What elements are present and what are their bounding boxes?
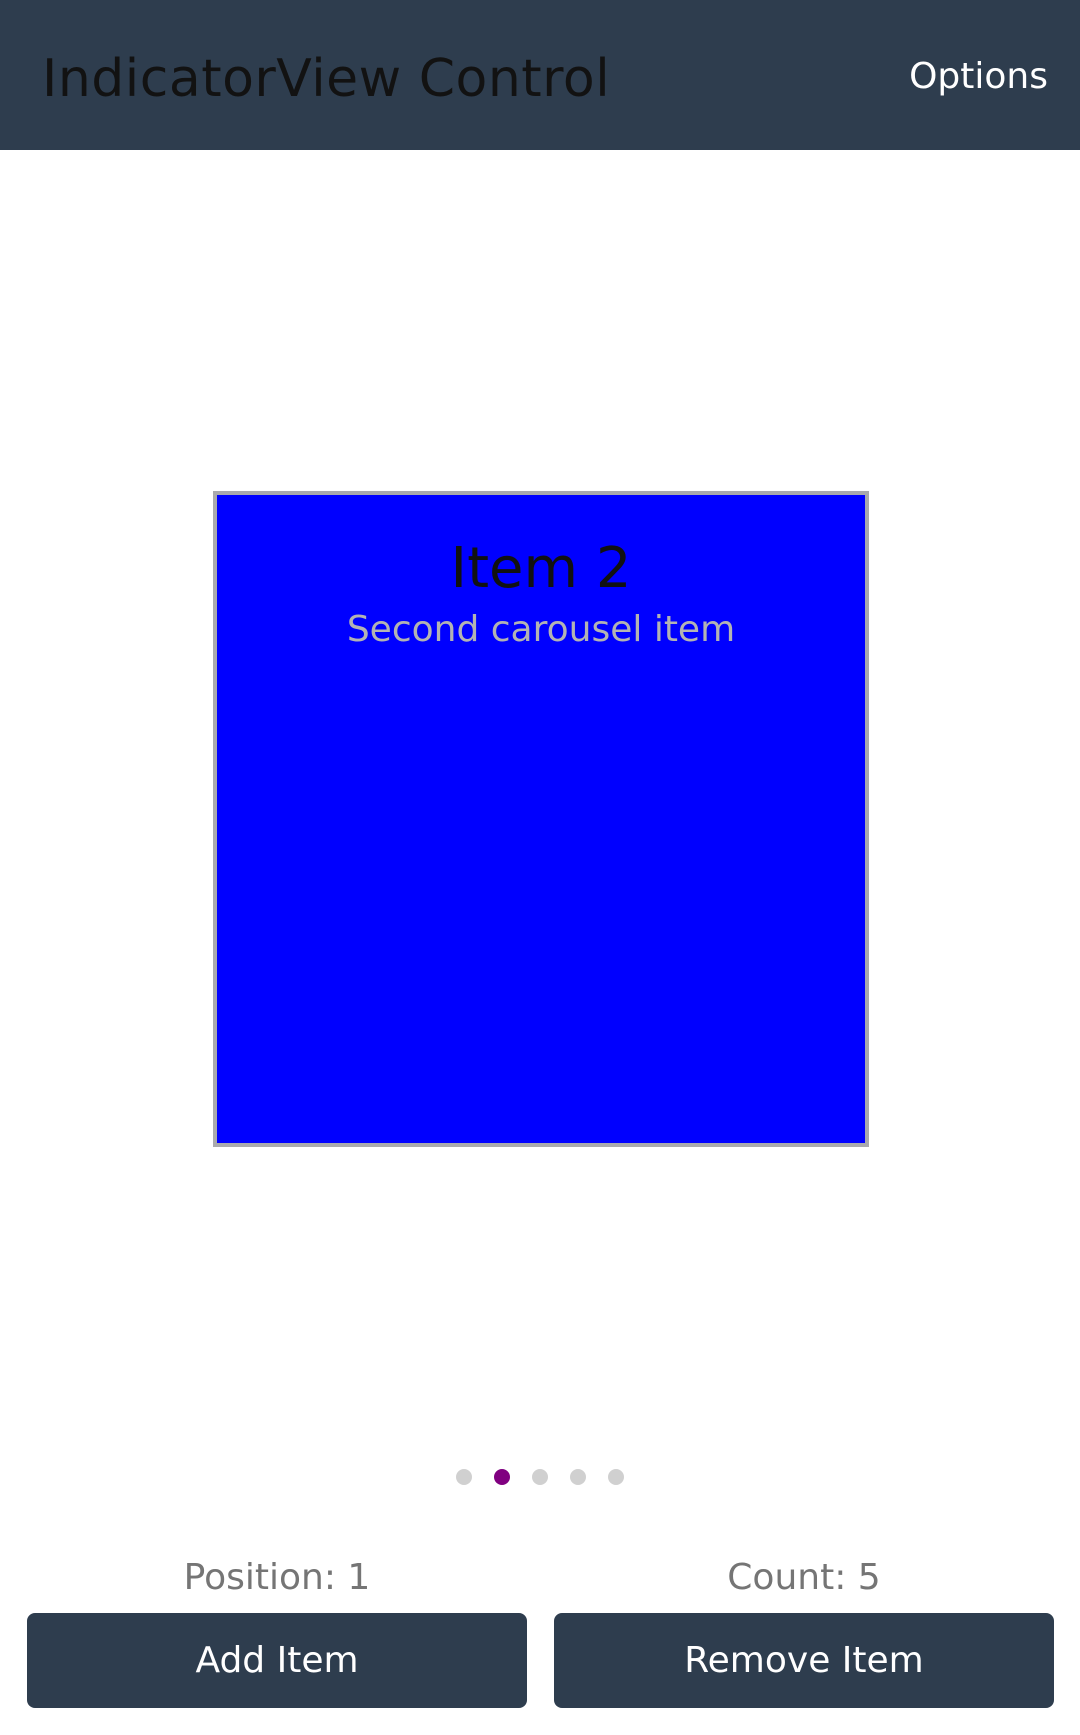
count-label: Count: 5	[727, 1557, 881, 1598]
indicator-view	[0, 1467, 1080, 1487]
remove-item-button[interactable]: Remove Item	[554, 1613, 1054, 1708]
carousel-item-title: Item 2	[450, 536, 632, 601]
carousel-view[interactable]: Item 2 Second carousel item	[213, 491, 869, 1147]
indicator-dot[interactable]	[608, 1469, 624, 1485]
options-button[interactable]: Options	[909, 52, 1048, 102]
add-item-button[interactable]: Add Item	[27, 1613, 527, 1708]
carousel-item-subtitle: Second carousel item	[346, 609, 736, 650]
indicator-dot-selected[interactable]	[494, 1469, 510, 1485]
indicator-dot[interactable]	[570, 1469, 586, 1485]
indicator-dot[interactable]	[456, 1469, 472, 1485]
app-bar: IndicatorView Control Options	[0, 0, 1080, 150]
indicator-dot[interactable]	[532, 1469, 548, 1485]
position-label: Position: 1	[183, 1557, 371, 1598]
page-title: IndicatorView Control	[42, 49, 611, 109]
